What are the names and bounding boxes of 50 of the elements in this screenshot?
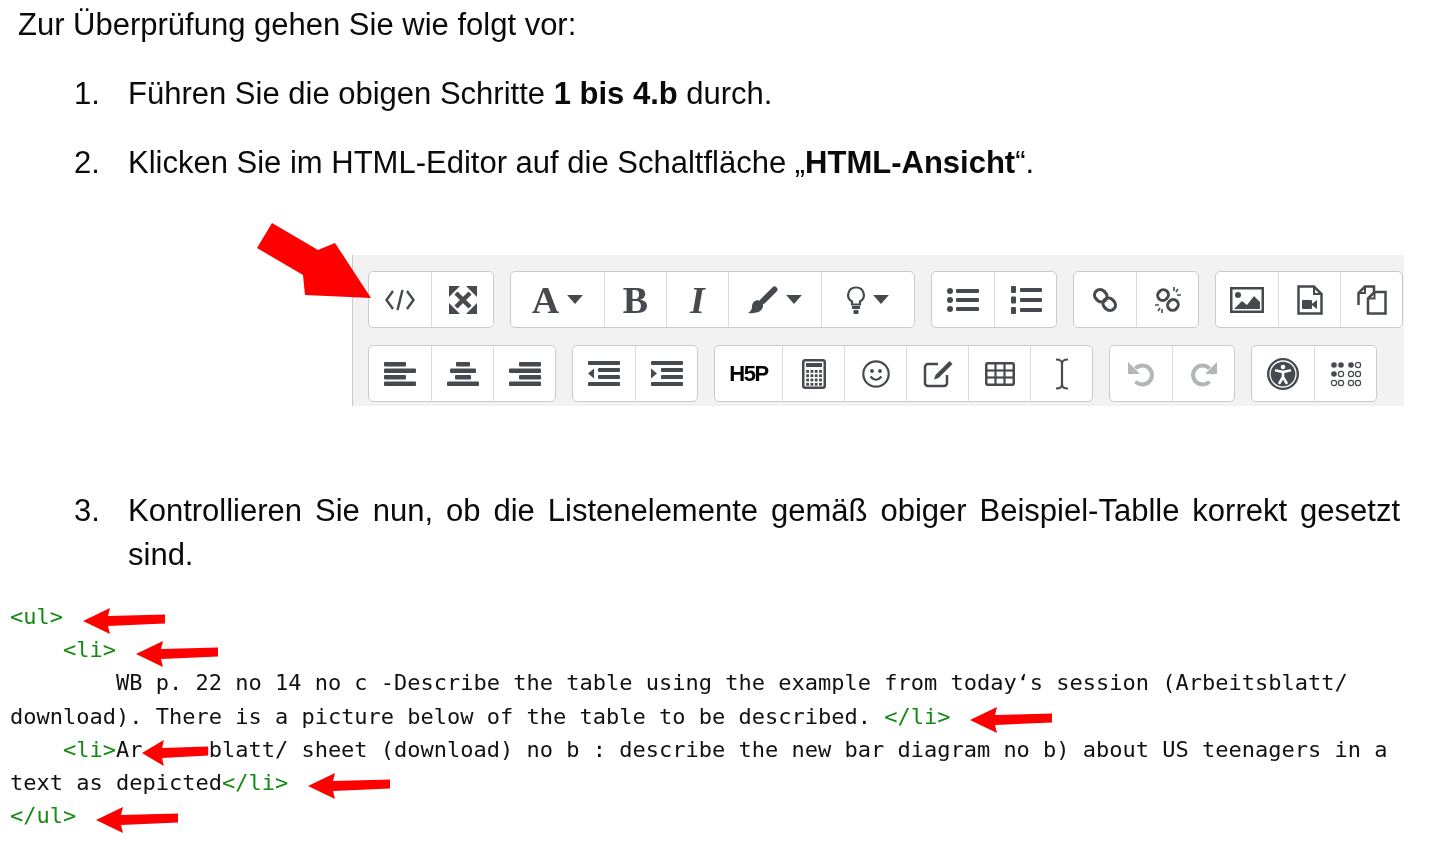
- broken-link-icon: [1153, 285, 1182, 314]
- bulleted-list-icon: [947, 286, 979, 313]
- h5p-button[interactable]: H5P: [715, 346, 782, 401]
- step-number: 3.: [74, 492, 101, 530]
- calculator-icon: [801, 358, 826, 389]
- html-tag: </ul>: [10, 803, 77, 829]
- table-icon: [984, 361, 1015, 386]
- html-tag: <ul>: [10, 604, 63, 629]
- code-text: Ar: [115, 736, 143, 762]
- video-file-icon: [1296, 284, 1323, 315]
- step-text: Kontrollieren Sie nun, ob die Listenelemente gemäß obiger Beispiel-Tablle korrekt gesetzt sind.: [128, 492, 1400, 574]
- step-number: 2.: [74, 144, 101, 182]
- text-cursor-icon: [1053, 357, 1070, 390]
- align-left-icon: [384, 361, 416, 386]
- pencil-square-icon: [922, 359, 953, 388]
- html-tag: </li>: [884, 703, 951, 729]
- font-button[interactable]: A: [511, 272, 604, 327]
- html-tag: <li>: [62, 736, 116, 762]
- smiley-icon: [861, 359, 890, 388]
- html-tag: <li>: [62, 637, 116, 663]
- code-text: blatt/ sheet (download) no b : describe the new bar diagram no b) about US teenagers in a: [208, 736, 1388, 762]
- step-number: 1.: [74, 75, 101, 113]
- lightbulb-icon: [847, 285, 865, 314]
- caret-icon: [786, 295, 802, 304]
- arrow-icon: [257, 223, 371, 298]
- indent-icon: [650, 361, 683, 386]
- documents-icon: [1356, 284, 1387, 315]
- italic-button[interactable]: I: [666, 272, 728, 327]
- outdent-icon: [588, 361, 620, 386]
- step-text: Klicken Sie im HTML-Editor auf die Schaltfläche „HTML-Ansicht“.: [128, 144, 1036, 182]
- code-text: download). There is a picture below of the table to be described.: [10, 703, 872, 729]
- step-text: Führen Sie die obigen Schritte 1 bis 4.b durch.: [128, 75, 774, 113]
- numbered-list-icon: [1009, 285, 1042, 314]
- caret-icon: [567, 295, 584, 304]
- align-center-icon: [446, 361, 479, 386]
- caret-icon: [873, 295, 889, 304]
- bold-button[interactable]: B: [604, 272, 666, 327]
- image-icon: [1230, 286, 1264, 313]
- expand-icon: [448, 285, 477, 314]
- code-text: text as depicted: [10, 769, 222, 795]
- instruction-heading: Zur Überprüfung gehen Sie wie folgt vor:: [17, 6, 578, 44]
- html-tag: </li>: [221, 769, 289, 795]
- link-icon: [1091, 285, 1119, 314]
- align-right-icon: [508, 361, 541, 386]
- undo-icon: [1127, 359, 1155, 388]
- code-icon: [384, 288, 416, 311]
- paintbrush-icon: [748, 285, 778, 314]
- code-text: WB p. 22 no 14 no c -Describe the table using the example from today‘s session (Arbeitsblatt/: [115, 670, 1348, 696]
- accessibility-icon: [1267, 357, 1299, 390]
- braille-dots-icon: [1329, 360, 1362, 387]
